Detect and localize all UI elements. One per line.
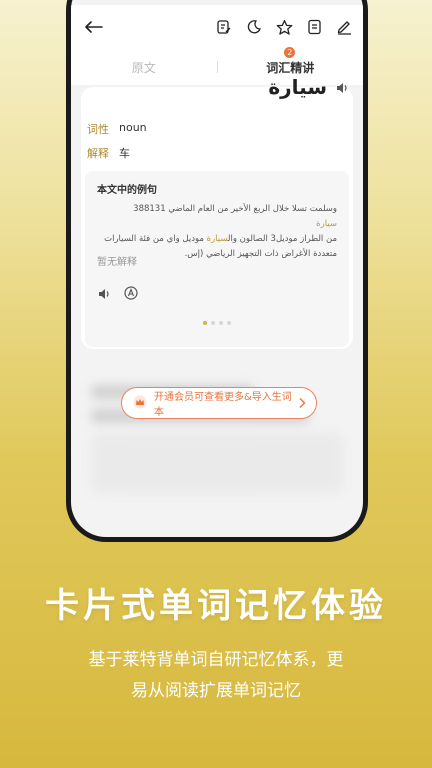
no-explanation: 暂无解释 bbox=[97, 257, 137, 268]
phone-screen: 原文 2 词汇精讲 سيارة 词性 noun 解释 车 本文中的例句 وسلم… bbox=[71, 0, 363, 537]
pen-icon[interactable] bbox=[335, 18, 353, 36]
word-header: سيارة bbox=[268, 75, 349, 99]
example-line-1-text: وسلمت تسلا خلال الربع الأخير من العام ال… bbox=[133, 204, 337, 214]
tab-badge: 2 bbox=[284, 46, 296, 58]
example-line-2-rest: موديل واي من فئة السيارات bbox=[104, 234, 204, 244]
example-line-1b: سيارة bbox=[97, 217, 337, 232]
example-line-2: من الطراز موديل3 الصالون والسيارة موديل … bbox=[97, 232, 337, 247]
promo-headline: 卡片式单词记忆体验 bbox=[45, 586, 387, 626]
pos-value: noun bbox=[119, 121, 147, 134]
pager-dot[interactable] bbox=[203, 321, 207, 325]
tab-vocabulary[interactable]: 2 词汇精讲 bbox=[218, 46, 364, 76]
tab-original[interactable]: 原文 bbox=[71, 59, 217, 76]
pager-dot[interactable] bbox=[219, 321, 223, 325]
edit-note-icon[interactable] bbox=[215, 18, 233, 36]
pager-dot[interactable] bbox=[227, 321, 231, 325]
example-box: 本文中的例句 وسلمت تسلا خلال الربع الأخير من ا… bbox=[85, 171, 349, 347]
pos-row: 词性 noun bbox=[87, 121, 147, 137]
word-text: سيارة bbox=[268, 75, 327, 99]
example-title: 本文中的例句 bbox=[97, 185, 157, 196]
promo-subline-2: 易从阅读扩展单词记忆 bbox=[131, 681, 301, 701]
tab-original-label: 原文 bbox=[131, 60, 156, 75]
back-arrow-icon[interactable] bbox=[83, 16, 105, 38]
example-line-3-text: متعددة الأغراض ذات التجهيز الرياضي (إس. bbox=[184, 249, 337, 259]
top-toolbar bbox=[71, 5, 363, 49]
pager-dots bbox=[85, 321, 349, 325]
meaning-row: 解释 车 bbox=[87, 145, 130, 161]
example-highlight-2: سيارة bbox=[206, 234, 228, 244]
vip-upgrade-button[interactable]: 开通会员可查看更多&导入生词本 bbox=[121, 387, 317, 419]
star-icon[interactable] bbox=[275, 18, 293, 36]
moon-icon[interactable] bbox=[245, 18, 263, 36]
promo-subline-1: 基于莱特背单词自研记忆体系，更 bbox=[88, 650, 344, 670]
speaker-icon[interactable] bbox=[335, 80, 349, 94]
tab-vocabulary-label: 词汇精讲 bbox=[266, 60, 315, 75]
meaning-value: 车 bbox=[119, 147, 130, 160]
crown-icon bbox=[132, 394, 148, 413]
phone-frame: 原文 2 词汇精讲 سيارة 词性 noun 解释 车 本文中的例句 وسلم… bbox=[66, 0, 368, 542]
example-highlight-1: سيارة bbox=[316, 219, 337, 229]
meaning-label: 解释 bbox=[87, 147, 109, 160]
chevron-right-icon bbox=[298, 394, 306, 413]
pos-label: 词性 bbox=[87, 123, 109, 136]
translate-icon[interactable] bbox=[123, 285, 139, 305]
example-line-1: وسلمت تسلا خلال الربع الأخير من العام ال… bbox=[97, 202, 337, 217]
example-speaker-icon[interactable] bbox=[97, 286, 111, 305]
blurred-card bbox=[91, 433, 343, 493]
example-line-2-text: من الطراز موديل3 الصالون وال bbox=[227, 234, 337, 244]
example-controls bbox=[97, 285, 139, 305]
pager-dot[interactable] bbox=[211, 321, 215, 325]
document-icon[interactable] bbox=[305, 18, 323, 36]
vip-button-label: 开通会员可查看更多&导入生词本 bbox=[154, 392, 292, 418]
